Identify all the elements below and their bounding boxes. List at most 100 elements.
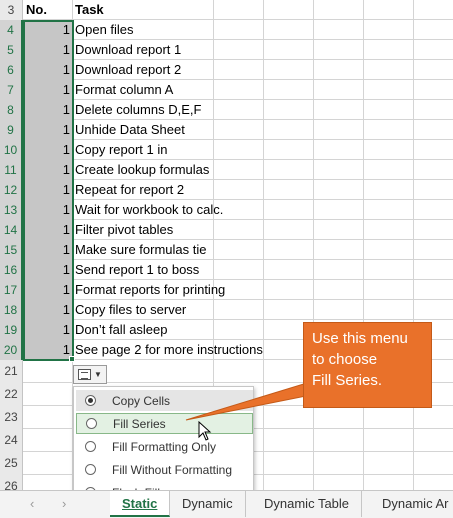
cell-no[interactable]: 1 (23, 280, 73, 300)
header-cell-task[interactable]: Task (73, 0, 213, 20)
cell-no[interactable]: 1 (23, 20, 73, 40)
row-number[interactable]: 24 (0, 429, 23, 452)
header-cell-no[interactable]: No. (23, 0, 73, 20)
table-row: 4 1 Open files (0, 20, 453, 40)
menu-item-fill-series[interactable]: Fill Series (76, 413, 253, 434)
menu-item-fill-without-formatting[interactable]: Fill Without Formatting (76, 459, 253, 480)
table-row: 13 1 Wait for workbook to calc. (0, 200, 453, 220)
cell-task[interactable]: Download report 1 (73, 40, 213, 60)
tab-static[interactable]: Static (110, 491, 171, 517)
dropdown-arrow-icon: ▼ (94, 370, 102, 379)
radio-icon (85, 464, 96, 475)
cell-task[interactable]: See page 2 for more instructions (73, 340, 263, 360)
cell-task[interactable]: Make sure formulas tie (73, 240, 213, 260)
callout-line: Use this menu (312, 330, 408, 347)
menu-item-label: Fill Without Formatting (112, 462, 233, 477)
cell-no[interactable]: 1 (23, 120, 73, 140)
table-row: 16 1 Send report 1 to boss (0, 260, 453, 280)
tab-scroll-right-icon[interactable]: › (62, 496, 66, 511)
cell-no[interactable]: 1 (23, 200, 73, 220)
tab-dynamic-table[interactable]: Dynamic Table (252, 491, 363, 517)
cell-no[interactable]: 1 (23, 340, 73, 360)
menu-item-label: Fill Series (113, 416, 166, 431)
row-number[interactable]: 23 (0, 406, 23, 429)
cell-task[interactable]: Create lookup formulas (73, 160, 213, 180)
cell-no[interactable]: 1 (23, 180, 73, 200)
row-number[interactable]: 13 (0, 200, 23, 220)
table-row: 6 1 Download report 2 (0, 60, 453, 80)
row-number[interactable]: 20 (0, 340, 23, 360)
row-number[interactable]: 22 (0, 383, 23, 406)
cell-task[interactable]: Open files (73, 20, 213, 40)
header-row: 3 No. Task (0, 0, 453, 20)
cell-task[interactable]: Unhide Data Sheet (73, 120, 213, 140)
cell-no[interactable]: 1 (23, 80, 73, 100)
autofill-options-icon (78, 369, 92, 380)
row-number[interactable]: 6 (0, 60, 23, 80)
cell-no[interactable]: 1 (23, 320, 73, 340)
menu-item-fill-formatting-only[interactable]: Fill Formatting Only (76, 436, 253, 457)
cell-no[interactable]: 1 (23, 140, 73, 160)
cell-task[interactable]: Delete columns D,E,F (73, 100, 213, 120)
tab-scroll-left-icon[interactable]: ‹ (30, 496, 34, 511)
callout-line: to choose (312, 351, 378, 368)
row-number[interactable]: 18 (0, 300, 23, 320)
menu-item-copy-cells[interactable]: Copy Cells (76, 390, 253, 411)
auto-fill-options-button[interactable]: ▼ (73, 365, 107, 384)
cell-no[interactable] (23, 406, 73, 429)
cell-no[interactable]: 1 (23, 220, 73, 240)
cell-task[interactable]: Format column A (73, 80, 213, 100)
cell-no[interactable]: 1 (23, 100, 73, 120)
row-number[interactable]: 14 (0, 220, 23, 240)
cell-task[interactable]: Send report 1 to boss (73, 260, 213, 280)
row-number[interactable]: 8 (0, 100, 23, 120)
cell-no[interactable] (23, 383, 73, 406)
cell-task[interactable]: Copy report 1 in (73, 140, 213, 160)
table-row: 11 1 Create lookup formulas (0, 160, 453, 180)
row-number[interactable]: 21 (0, 360, 23, 383)
cell-no[interactable] (23, 360, 73, 383)
row-number[interactable]: 5 (0, 40, 23, 60)
menu-item-label: Fill Formatting Only (112, 439, 217, 454)
row-number[interactable]: 9 (0, 120, 23, 140)
row-number[interactable]: 4 (0, 20, 23, 40)
cell-no[interactable] (23, 429, 73, 452)
cell-task[interactable]: Repeat for report 2 (73, 180, 213, 200)
table-row: 9 1 Unhide Data Sheet (0, 120, 453, 140)
cell-task[interactable]: Copy files to server (73, 300, 213, 320)
cell-task[interactable]: Don’t fall asleep (73, 320, 213, 340)
radio-icon (86, 418, 97, 429)
row-number[interactable]: 17 (0, 280, 23, 300)
table-row: 14 1 Filter pivot tables (0, 220, 453, 240)
row-number[interactable]: 3 (0, 0, 23, 20)
cell-no[interactable]: 1 (23, 160, 73, 180)
row-number[interactable]: 10 (0, 140, 23, 160)
table-row: 12 1 Repeat for report 2 (0, 180, 453, 200)
tab-dynamic[interactable]: Dynamic (170, 491, 246, 517)
callout-line: Fill Series. (312, 372, 383, 389)
cell-no[interactable]: 1 (23, 300, 73, 320)
cell-no[interactable]: 1 (23, 240, 73, 260)
cell-task[interactable]: Download report 2 (73, 60, 213, 80)
table-row: 18 1 Copy files to server (0, 300, 453, 320)
fill-handle[interactable] (69, 356, 75, 362)
row-number[interactable]: 25 (0, 452, 23, 475)
cell-task[interactable]: Wait for workbook to calc. (73, 200, 223, 220)
row-number[interactable]: 12 (0, 180, 23, 200)
cell-no[interactable] (23, 452, 73, 475)
sheet-tab-bar: ‹ › Static Dynamic Dynamic Table Dynamic… (0, 490, 453, 518)
cell-no[interactable]: 1 (23, 260, 73, 280)
cell-no[interactable]: 1 (23, 60, 73, 80)
cell-task[interactable]: Filter pivot tables (73, 220, 213, 240)
row-number[interactable]: 16 (0, 260, 23, 280)
cell-no[interactable]: 1 (23, 40, 73, 60)
table-row: 17 1 Format reports for printing (0, 280, 453, 300)
table-row: 15 1 Make sure formulas tie (0, 240, 453, 260)
row-number[interactable]: 15 (0, 240, 23, 260)
row-number[interactable]: 19 (0, 320, 23, 340)
tab-dynamic-ar[interactable]: Dynamic Ar (370, 491, 453, 517)
row-number[interactable]: 11 (0, 160, 23, 180)
cell-task[interactable]: Format reports for printing (73, 280, 225, 300)
callout-box: Use this menu to choose Fill Series. (303, 322, 432, 408)
row-number[interactable]: 7 (0, 80, 23, 100)
